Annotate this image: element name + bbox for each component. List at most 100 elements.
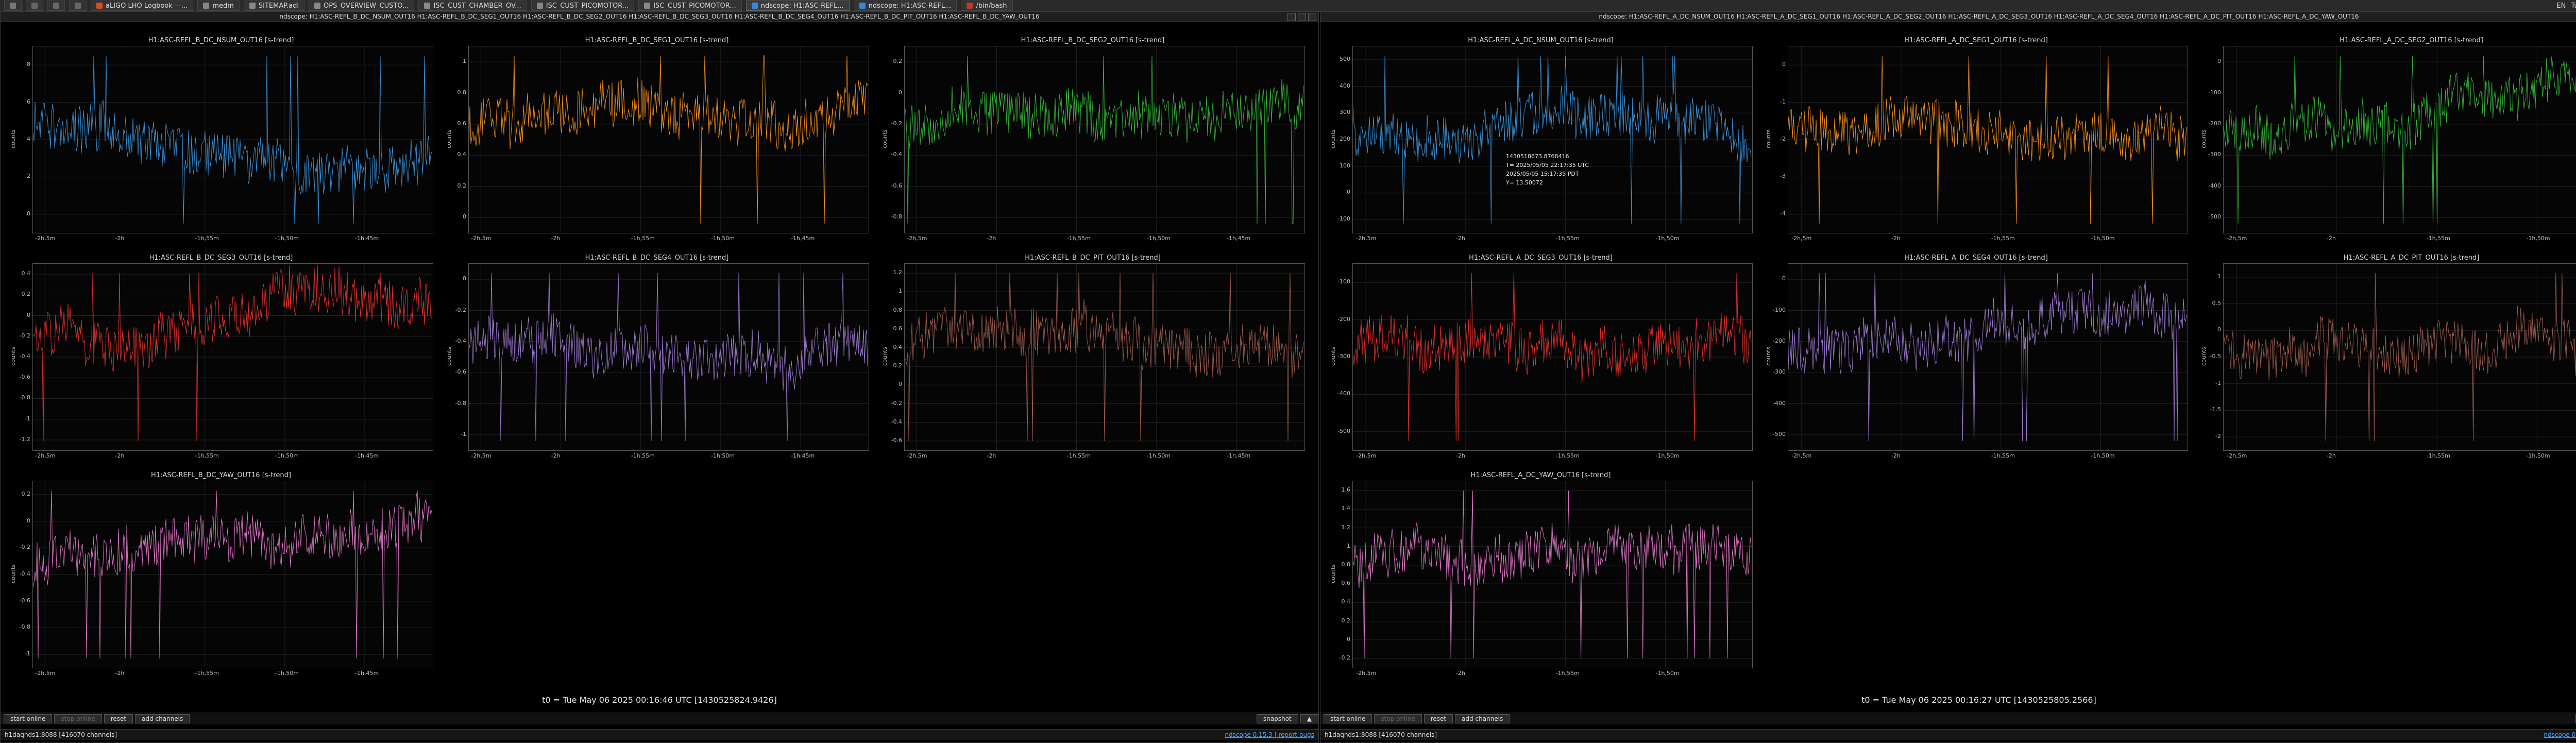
plot-panel[interactable]: H1:ASC-REFL_A_DC_SEG2_OUT16 [s-trend] cou… bbox=[2196, 37, 2576, 248]
taskbar-item[interactable]: OPS_OVERVIEW_CUSTO... bbox=[309, 1, 415, 11]
y-axis-label: counts bbox=[9, 564, 16, 583]
stop-online-button[interactable]: stop online bbox=[1374, 714, 1422, 723]
plot-panel[interactable]: H1:ASC-REFL_B_DC_YAW_OUT16 [s-trend] coun… bbox=[6, 471, 436, 683]
taskbar-item-label: ISC_CUST_PICOMOTOR... bbox=[653, 2, 736, 10]
y-tick-label: -500 bbox=[1773, 430, 1786, 437]
app-launcher-icon bbox=[10, 3, 16, 9]
taskbar-item[interactable]: SITEMAP.adl bbox=[243, 1, 305, 11]
x-tick-label: -2h,5m bbox=[1791, 235, 1812, 242]
x-tick-label: -1h,50m bbox=[710, 235, 735, 242]
taskbar-item[interactable] bbox=[26, 1, 43, 11]
plot-axes[interactable] bbox=[468, 263, 869, 451]
window-titlebar[interactable]: ndscope: H1:ASC-REFL_A_DC_NSUM_OUT16 H1:… bbox=[1320, 12, 2576, 22]
taskbar-item[interactable]: ISC_CUST_PICOMOTOR... bbox=[531, 1, 635, 11]
reset-button[interactable]: reset bbox=[104, 714, 133, 723]
plot-axes[interactable] bbox=[32, 481, 433, 668]
plot-axes[interactable] bbox=[2223, 263, 2576, 451]
y-tick-label: -300 bbox=[2208, 151, 2221, 158]
plot-axes[interactable] bbox=[904, 263, 1305, 451]
y-tick-label: 0.5 bbox=[2212, 299, 2222, 307]
x-tick-label: -2h,5m bbox=[1356, 235, 1377, 242]
taskbar-item[interactable] bbox=[69, 1, 87, 11]
plot-panel[interactable]: H1:ASC-REFL_A_DC_NSUM_OUT16 [s-trend] cou… bbox=[1326, 37, 1756, 248]
plot-panel[interactable]: H1:ASC-REFL_B_DC_SEG1_OUT16 [s-trend] cou… bbox=[442, 37, 872, 248]
y-tick-label: 0.8 bbox=[1341, 561, 1351, 568]
plot-axes[interactable] bbox=[904, 46, 1305, 233]
y-tick-label: -1 bbox=[2215, 379, 2221, 386]
trend-plot[interactable] bbox=[2224, 264, 2576, 450]
y-tick-label: 0 bbox=[27, 210, 30, 217]
trend-plot[interactable] bbox=[1353, 481, 1752, 668]
trend-plot[interactable] bbox=[1788, 264, 2188, 450]
stop-online-button[interactable]: stop online bbox=[54, 714, 102, 723]
trend-plot[interactable] bbox=[469, 264, 869, 450]
y-tick-label: 0 bbox=[899, 381, 902, 388]
taskbar-item[interactable] bbox=[47, 1, 65, 11]
taskbar-item[interactable]: ISC_CUST_PICOMOTOR... bbox=[638, 1, 742, 11]
trend-plot[interactable] bbox=[33, 481, 433, 668]
t0-label: t0 = Tue May 06 2025 00:16:46 UTC [14305… bbox=[542, 695, 777, 705]
clock[interactable]: Tue 06 May, 09:16 bbox=[2571, 2, 2576, 10]
plot-panel[interactable]: H1:ASC-REFL_A_DC_PIT_OUT16 [s-trend] coun… bbox=[2196, 254, 2576, 465]
plot-panel[interactable]: H1:ASC-REFL_B_DC_PIT_OUT16 [s-trend] coun… bbox=[877, 254, 1308, 465]
taskbar-item[interactable]: ISC_CUST_CHAMBER_OV... bbox=[418, 1, 527, 11]
plot-panel[interactable]: H1:ASC-REFL_A_DC_SEG3_OUT16 [s-trend] cou… bbox=[1326, 254, 1756, 465]
plot-panel[interactable]: H1:ASC-REFL_A_DC_SEG1_OUT16 [s-trend] cou… bbox=[1761, 37, 2191, 248]
y-tick-label: 0.8 bbox=[893, 306, 903, 313]
plot-axes[interactable] bbox=[2223, 46, 2576, 233]
reset-button[interactable]: reset bbox=[1423, 714, 1453, 723]
y-tick-label: 2 bbox=[27, 173, 30, 180]
plot-panel[interactable]: H1:ASC-REFL_A_DC_SEG4_OUT16 [s-trend] cou… bbox=[1761, 254, 2191, 465]
start-online-button[interactable]: start online bbox=[4, 714, 53, 723]
trend-plot[interactable] bbox=[905, 264, 1304, 450]
y-tick-label: -0.4 bbox=[19, 353, 30, 360]
expand-up-icon[interactable]: ▲ bbox=[1300, 714, 1318, 723]
trend-plot[interactable] bbox=[33, 46, 433, 233]
window-titlebar[interactable]: ndscope: H1:ASC-REFL_B_DC_NSUM_OUT16 H1:… bbox=[1, 12, 1318, 22]
add-channels-button[interactable]: add channels bbox=[135, 714, 190, 723]
y-tick-label: 100 bbox=[1340, 162, 1350, 169]
plot-panel[interactable]: H1:ASC-REFL_B_DC_NSUM_OUT16 [s-trend] cou… bbox=[6, 37, 436, 248]
x-tick-label: -1h,55m bbox=[1066, 235, 1091, 242]
plot-panel[interactable]: H1:ASC-REFL_B_DC_SEG3_OUT16 [s-trend] cou… bbox=[6, 254, 436, 465]
y-axis-label: counts bbox=[1765, 347, 1772, 366]
report-bugs-link[interactable]: ndscope 0.15.3 | report bugs bbox=[1225, 731, 1314, 738]
taskbar-item[interactable]: /bin/bash bbox=[961, 1, 1013, 11]
add-channels-button[interactable]: add channels bbox=[1455, 714, 1510, 723]
taskbar-item[interactable]: medm bbox=[197, 1, 240, 11]
plot-axes[interactable] bbox=[1352, 481, 1753, 668]
plot-axes[interactable] bbox=[1352, 46, 1753, 233]
trend-plot[interactable] bbox=[469, 46, 869, 233]
snapshot-button[interactable]: snapshot bbox=[1257, 714, 1298, 723]
trend-plot[interactable] bbox=[2224, 46, 2576, 233]
report-bugs-link[interactable]: ndscope 0.15.3 | report bugs bbox=[2544, 731, 2576, 738]
plot-panel[interactable]: H1:ASC-REFL_A_DC_YAW_OUT16 [s-trend] coun… bbox=[1326, 471, 1756, 683]
trend-plot[interactable] bbox=[1353, 46, 1752, 233]
minimize-button[interactable] bbox=[1287, 13, 1296, 21]
keyboard-layout[interactable]: EN bbox=[2556, 2, 2566, 10]
trend-plot[interactable] bbox=[1353, 264, 1752, 450]
trend-plot[interactable] bbox=[33, 264, 433, 450]
y-axis-label: counts bbox=[9, 347, 16, 366]
maximize-button[interactable] bbox=[1298, 13, 1306, 21]
plot-axes[interactable] bbox=[32, 46, 433, 233]
start-online-button[interactable]: start online bbox=[1324, 714, 1372, 723]
plot-axes[interactable] bbox=[1788, 46, 2188, 233]
plot-axes[interactable] bbox=[32, 263, 433, 451]
plot-axes[interactable] bbox=[1352, 263, 1753, 451]
plot-axes[interactable] bbox=[1788, 263, 2188, 451]
close-button[interactable] bbox=[1308, 13, 1316, 21]
taskbar-item[interactable]: aLIGO LHO Logbook —... bbox=[91, 1, 194, 11]
plot-axes[interactable] bbox=[468, 46, 869, 233]
taskbar-item[interactable]: ndscope: H1:ASC-REFL... bbox=[745, 1, 850, 11]
trend-plot[interactable] bbox=[905, 46, 1304, 233]
plot-panel[interactable]: H1:ASC-REFL_B_DC_SEG2_OUT16 [s-trend] cou… bbox=[877, 37, 1308, 248]
taskbar-item[interactable] bbox=[4, 1, 22, 11]
taskbar-item[interactable]: ndscope: H1:ASC-REFL... bbox=[853, 1, 957, 11]
y-tick-label: 0.4 bbox=[1341, 598, 1351, 605]
trend-plot[interactable] bbox=[1788, 46, 2188, 233]
plot-panel[interactable]: H1:ASC-REFL_B_DC_SEG4_OUT16 [s-trend] cou… bbox=[442, 254, 872, 465]
y-tick-label: 8 bbox=[27, 61, 30, 68]
taskbar-item-label: SITEMAP.adl bbox=[258, 2, 299, 10]
x-tick-label: -2h bbox=[1891, 235, 1901, 242]
